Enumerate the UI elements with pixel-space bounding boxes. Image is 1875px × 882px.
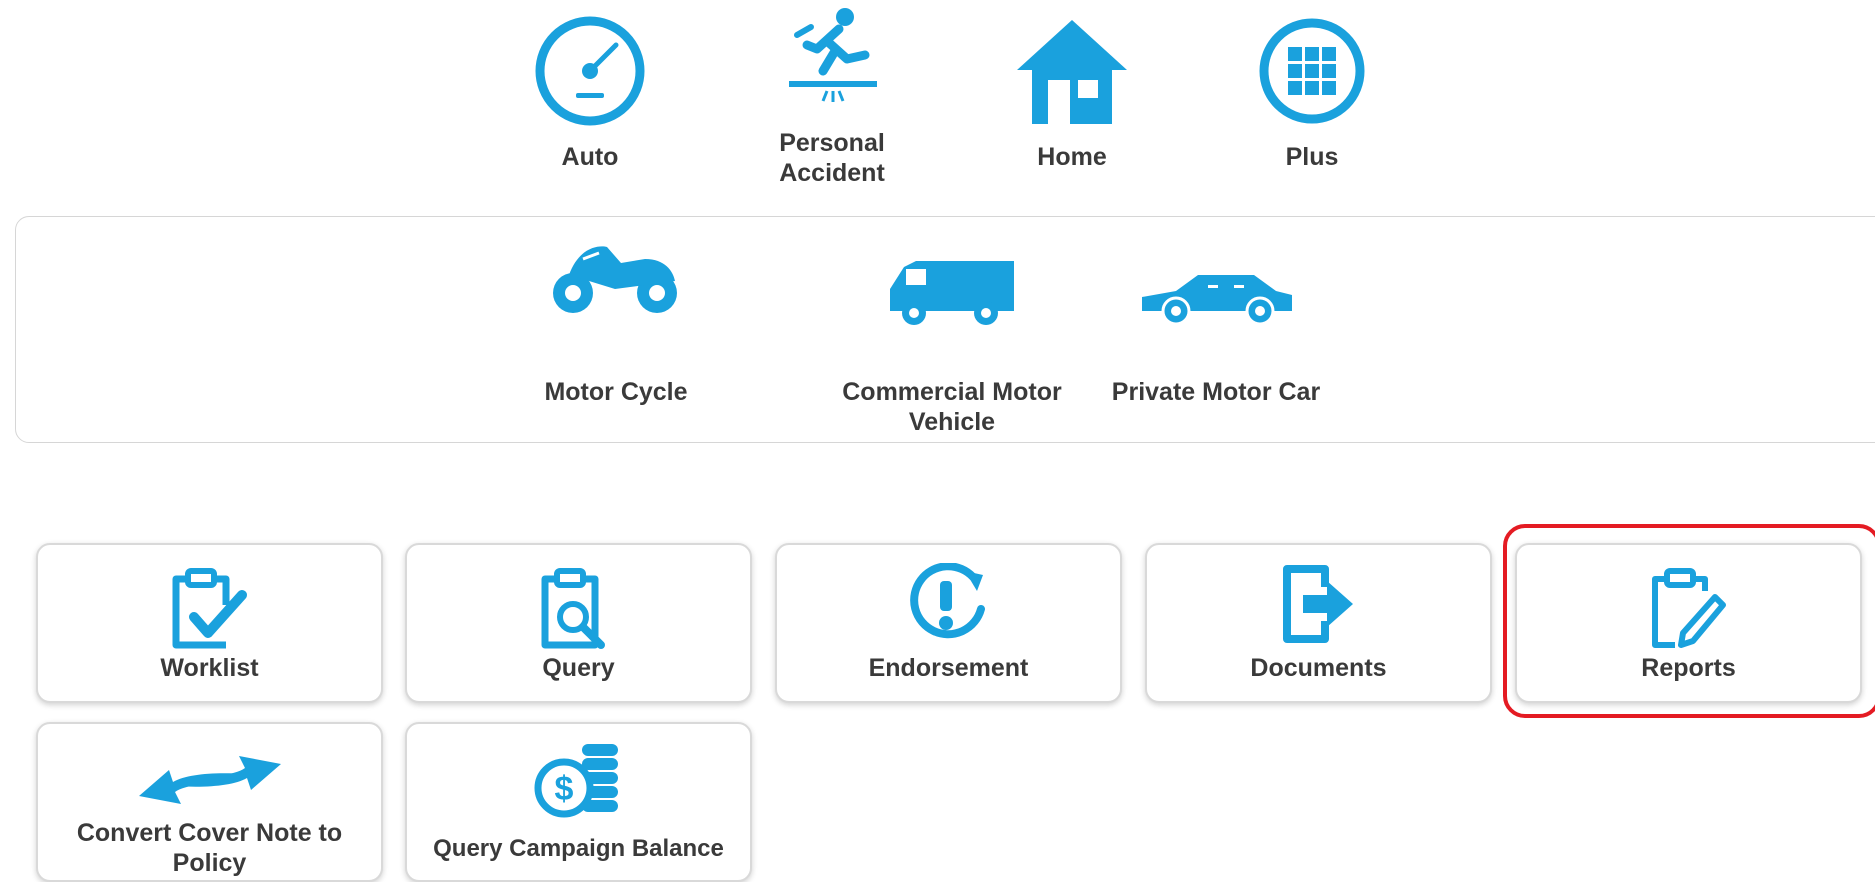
clipboard-check-icon <box>170 565 250 649</box>
motorcycle-icon <box>549 237 683 319</box>
falling-person-icon <box>777 5 887 105</box>
category-label: Home <box>1037 143 1107 171</box>
tile-query[interactable]: Query <box>405 543 752 703</box>
grid-icon <box>1259 18 1365 124</box>
van-icon <box>886 259 1018 325</box>
category-label: Personal Accident <box>779 129 885 187</box>
swap-arrows-icon <box>135 746 285 810</box>
tile-label: Documents <box>1250 654 1387 682</box>
house-icon <box>1015 18 1129 126</box>
tile-worklist[interactable]: Worklist <box>36 543 383 703</box>
tile-endorsement[interactable]: Endorsement <box>775 543 1122 703</box>
speedometer-icon <box>534 15 646 127</box>
product-label: Commercial Motor Vehicle <box>842 378 1062 436</box>
tile-label: Worklist <box>160 654 259 682</box>
product-commercial-motor-vehicle[interactable]: Commercial Motor Vehicle <box>828 237 1076 436</box>
tile-label: Query <box>542 654 615 682</box>
car-icon <box>1136 271 1296 327</box>
tile-label: Convert Cover Note to Policy <box>76 819 343 877</box>
tile-convert-cover-note[interactable]: Convert Cover Note to Policy <box>36 722 383 882</box>
product-motor-cycle[interactable]: Motor Cycle <box>516 237 716 406</box>
clipboard-pencil-icon <box>1649 565 1729 649</box>
category-personal-accident[interactable]: Personal Accident <box>752 0 912 200</box>
coin-stack-icon: $ <box>534 742 624 818</box>
tile-documents[interactable]: Documents <box>1145 543 1492 703</box>
product-label: Motor Cycle <box>544 378 688 406</box>
tile-reports[interactable]: Reports <box>1515 543 1862 703</box>
document-arrow-icon <box>1279 563 1359 645</box>
clipboard-search-icon <box>539 565 619 649</box>
tile-label: Endorsement <box>868 654 1029 682</box>
category-auto[interactable]: Auto <box>510 0 670 200</box>
svg-text:$: $ <box>554 770 573 808</box>
product-label: Private Motor Car <box>1111 378 1321 406</box>
product-private-motor-car[interactable]: Private Motor Car <box>1102 237 1330 406</box>
category-plus[interactable]: Plus <box>1232 0 1392 200</box>
exclamation-refresh-icon <box>907 563 991 643</box>
auto-products-panel: Motor Cycle Commercial Motor Vehicle Pri… <box>15 216 1875 443</box>
tile-query-campaign-balance[interactable]: $ Query Campaign Balance <box>405 722 752 882</box>
category-home[interactable]: Home <box>992 0 1152 200</box>
tile-label: Query Campaign Balance <box>433 835 724 862</box>
category-label: Auto <box>561 143 619 171</box>
category-label: Plus <box>1285 143 1339 171</box>
tile-label: Reports <box>1641 654 1736 682</box>
